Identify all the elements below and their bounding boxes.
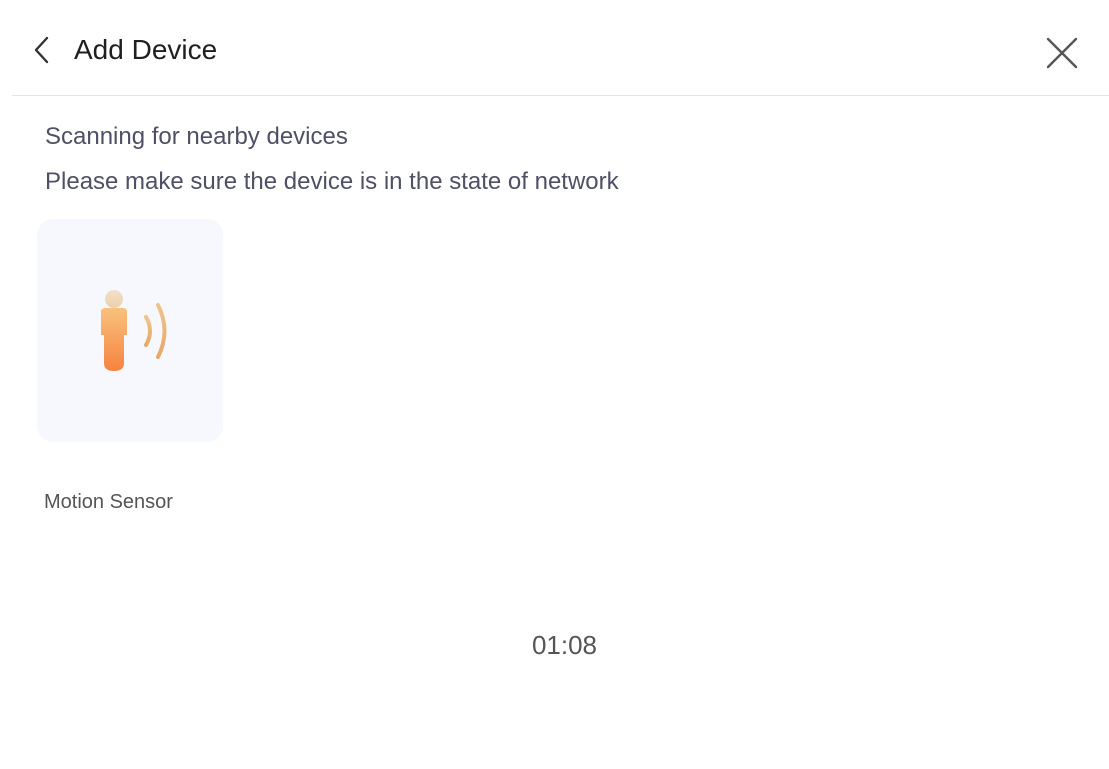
dialog-header: Add Device [12,0,1109,96]
scan-hint-text: Please make sure the device is in the st… [45,168,619,195]
back-button[interactable] [28,32,56,68]
close-icon [1046,37,1078,69]
close-button[interactable] [1042,33,1082,73]
device-name-label: Motion Sensor [44,491,173,513]
motion-sensor-icon [101,290,167,371]
add-device-dialog: Add Device Scanning for nearby devices P… [0,0,1109,769]
scan-status-text: Scanning for nearby devices [45,123,348,150]
page-title: Add Device [74,34,218,65]
chevron-left-icon [34,36,49,64]
device-card-motion-sensor[interactable] [37,219,223,442]
scan-countdown-timer: 01:08 [531,630,598,660]
